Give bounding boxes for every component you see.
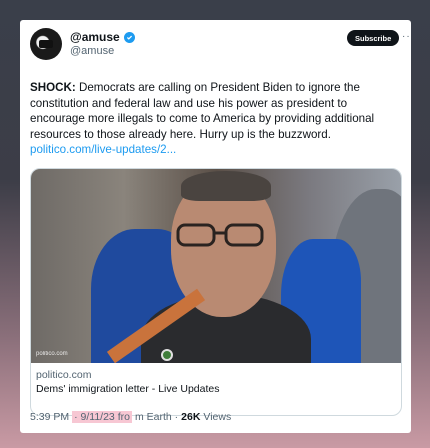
image-watermark: politico.com [36, 351, 68, 357]
photo-hair [181, 171, 271, 201]
tweet-location: m Earth · [134, 411, 179, 423]
views-count: 26K [181, 411, 201, 423]
verified-badge-icon [123, 31, 135, 43]
preview-image[interactable]: politico.com [31, 169, 401, 363]
tweet-header: @amuse @amuse Subscribe ··· [30, 28, 411, 68]
display-name[interactable]: @amuse [70, 30, 120, 44]
tweet-date[interactable]: · 9/11/23 fro [72, 411, 132, 423]
tweet-meta: 5:39 PM · 9/11/23 fro m Earth · 26K View… [30, 411, 231, 423]
more-options-icon[interactable]: ··· [402, 31, 411, 42]
avatar[interactable] [30, 28, 62, 60]
views-label: Views [203, 411, 232, 423]
tweet-text-bold: SHOCK: [30, 81, 76, 94]
tweet-text-body: Democrats are calling on President Biden… [30, 81, 375, 141]
link-preview-card[interactable]: politico.com politico.com Dems' immigrat… [30, 168, 402, 416]
handle[interactable]: @amuse [70, 45, 114, 57]
photo-glasses [176, 223, 264, 247]
preview-title[interactable]: Dems' immigration letter - Live Updates [36, 383, 219, 395]
tweet-link[interactable]: politico.com/live-updates/2... [30, 142, 402, 158]
name-line: @amuse [70, 30, 135, 44]
tweet-card: @amuse @amuse Subscribe ··· SHOCK: Democ… [20, 20, 411, 433]
tweet-time[interactable]: 5:39 PM [30, 411, 69, 423]
photo-lapel-pin [161, 349, 173, 361]
subscribe-button[interactable]: Subscribe [347, 30, 400, 46]
tweet-text: SHOCK: Democrats are calling on Presiden… [30, 80, 402, 158]
preview-domain: politico.com [36, 369, 92, 381]
